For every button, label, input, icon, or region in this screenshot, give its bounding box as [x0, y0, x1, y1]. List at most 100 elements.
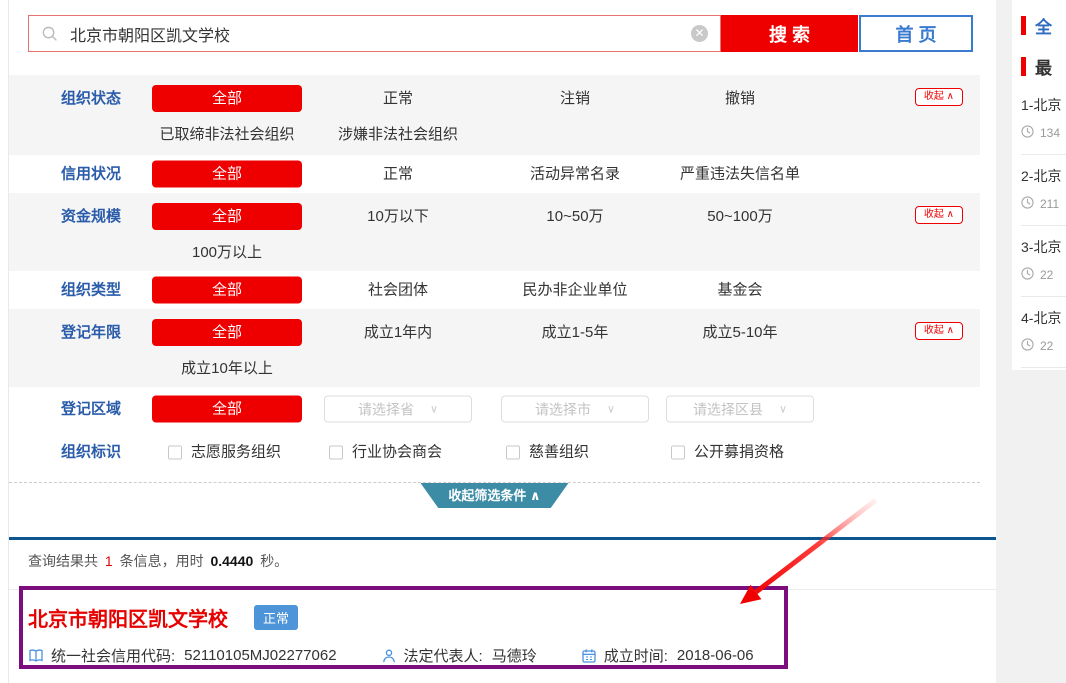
- filter-row: 组织类型全部社会团体民办非企业单位基金会: [9, 271, 980, 309]
- checkbox-icon[interactable]: [671, 445, 685, 459]
- filter-label: 资金规模: [61, 203, 151, 230]
- filter-option[interactable]: 已取缔非法社会组织: [152, 121, 302, 148]
- filter-option[interactable]: 严重违法失信名单: [655, 161, 825, 188]
- filter-option[interactable]: 撤销: [655, 85, 825, 112]
- credit-code-value: 52110105MJ02277062: [184, 647, 336, 664]
- summary-middle: 条信息，用时: [120, 553, 204, 569]
- credit-code-label: 统一社会信用代码:: [51, 645, 175, 666]
- red-bar-icon: [1021, 57, 1026, 76]
- results-panel: 查询结果共 1 条信息，用时 0.4440 秒。 北京市朝阳区凯文学校 正常 统…: [9, 537, 998, 683]
- sidebar-item-title[interactable]: 4-北京: [1021, 308, 1066, 328]
- clear-icon[interactable]: ✕: [691, 25, 708, 42]
- filter-option[interactable]: 注销: [490, 85, 660, 112]
- filter-row: 信用状况全部正常活动异常名录严重违法失信名单: [9, 155, 980, 193]
- right-sidebar: 全 最 1-北京 134 2-北京 211 3-北京 22 4-北京 22: [1012, 0, 1066, 370]
- search-bar: ✕ 搜 索 首 页: [28, 15, 973, 52]
- filter-label: 组织标识: [61, 439, 151, 466]
- chevron-down-icon: ∨: [779, 403, 787, 416]
- status-badge: 正常: [254, 605, 298, 630]
- filter-option[interactable]: 成立1年内: [313, 319, 483, 346]
- select-placeholder: 请选择省: [358, 399, 414, 419]
- filter-rows: 组织状态全部正常注销撤销已取缔非法社会组织涉嫌非法社会组织收起 ∧信用状况全部正…: [9, 75, 980, 473]
- filter-option[interactable]: 10~50万: [490, 203, 660, 230]
- filter-option[interactable]: 民办非企业单位: [490, 277, 660, 304]
- result-info-row: 统一社会信用代码:52110105MJ02277062 法定代表人:马德玲 成立…: [28, 645, 998, 666]
- result-item[interactable]: 北京市朝阳区凯文学校 正常 统一社会信用代码: 52110105MJ0227706…: [9, 590, 998, 666]
- chevron-down-icon: ∨: [607, 403, 615, 416]
- sidebar-item-time: 22: [1021, 338, 1066, 354]
- clock-icon: [1021, 267, 1034, 283]
- collapse-row-button[interactable]: 收起 ∧: [915, 322, 963, 340]
- checkbox-icon[interactable]: [506, 445, 520, 459]
- filter-checkbox[interactable]: 行业协会商会: [329, 439, 442, 466]
- filter-option[interactable]: 正常: [313, 161, 483, 188]
- search-button[interactable]: 搜 索: [721, 15, 858, 52]
- filter-label: 组织状态: [61, 85, 151, 112]
- filter-row: 组织状态全部正常注销撤销已取缔非法社会组织涉嫌非法社会组织 收起 ∧: [9, 75, 980, 155]
- sidebar-item-time: 22: [1021, 267, 1066, 283]
- filter-checkbox[interactable]: 公开募捐资格: [671, 439, 784, 466]
- home-button[interactable]: 首 页: [859, 15, 973, 52]
- sidebar-item-title[interactable]: 3-北京: [1021, 237, 1066, 257]
- search-icon: [41, 25, 58, 42]
- sidebar-list-item[interactable]: 2-北京 211: [1021, 155, 1066, 226]
- sidebar-title-2: 最: [1035, 54, 1052, 79]
- collapse-row-button[interactable]: 收起 ∧: [915, 88, 963, 106]
- sidebar-title-1: 全: [1035, 13, 1052, 38]
- region-select[interactable]: 请选择市 ∨: [501, 396, 649, 423]
- filter-all-button[interactable]: 全部: [152, 277, 302, 304]
- filter-option[interactable]: 基金会: [655, 277, 825, 304]
- legal-rep-label: 法定代表人:: [404, 645, 483, 666]
- sidebar-item-time-value: 211: [1040, 197, 1059, 211]
- filter-option[interactable]: 成立10年以上: [152, 355, 302, 382]
- filter-option[interactable]: 正常: [313, 85, 483, 112]
- filter-checkbox[interactable]: 志愿服务组织: [168, 439, 281, 466]
- checkbox-icon[interactable]: [168, 445, 182, 459]
- filter-row: 登记区域全部请选择省∨请选择市∨请选择区县∨: [9, 387, 980, 431]
- collapse-row-button[interactable]: 收起 ∧: [915, 206, 963, 224]
- filter-option[interactable]: 100万以上: [152, 239, 302, 266]
- region-select[interactable]: 请选择区县∨: [666, 396, 814, 423]
- sidebar-list-item[interactable]: 1-北京 134: [1021, 84, 1066, 155]
- person-icon: [381, 648, 397, 664]
- result-title-row: 北京市朝阳区凯文学校 正常: [28, 603, 998, 632]
- filter-option[interactable]: 10万以下: [313, 203, 483, 230]
- filter-label: 信用状况: [61, 161, 151, 188]
- clock-icon: [1021, 125, 1034, 141]
- filter-option[interactable]: 成立5-10年: [655, 319, 825, 346]
- region-select[interactable]: 请选择省 ∨: [324, 396, 472, 423]
- filter-all-button[interactable]: 全部: [152, 203, 302, 230]
- filter-option[interactable]: 涉嫌非法社会组织: [313, 121, 483, 148]
- sidebar-item-time: 134: [1021, 125, 1066, 141]
- filter-option[interactable]: 活动异常名录: [490, 161, 660, 188]
- filter-all-button[interactable]: 全部: [152, 319, 302, 346]
- filter-all-button[interactable]: 全部: [152, 161, 302, 188]
- sidebar-list-item[interactable]: 4-北京 22: [1021, 297, 1066, 368]
- select-placeholder: 请选择市: [535, 399, 591, 419]
- collapse-filters-button[interactable]: 收起筛选条件 ∧: [421, 483, 569, 508]
- results-summary: 查询结果共 1 条信息，用时 0.4440 秒。: [9, 540, 998, 571]
- org-name-link[interactable]: 北京市朝阳区凯文学校: [28, 603, 228, 632]
- checkbox-icon[interactable]: [329, 445, 343, 459]
- search-input[interactable]: [70, 25, 679, 43]
- sidebar-section-2: 最: [1021, 54, 1066, 79]
- sidebar-item-title[interactable]: 1-北京: [1021, 95, 1066, 115]
- filter-label: 登记区域: [61, 396, 151, 423]
- sidebar-list-item[interactable]: 3-北京 22: [1021, 226, 1066, 297]
- legal-rep-field: 法定代表人:马德玲: [381, 645, 537, 666]
- sidebar-item-time-value: 134: [1040, 126, 1060, 140]
- chevron-down-icon: ∨: [430, 403, 438, 416]
- filter-all-button[interactable]: 全部: [152, 396, 302, 423]
- filter-all-button[interactable]: 全部: [152, 85, 302, 112]
- sidebar-item-title[interactable]: 2-北京: [1021, 166, 1066, 186]
- founded-value: 2018-06-06: [677, 647, 754, 664]
- filter-row: 登记年限全部成立1年内成立1-5年成立5-10年成立10年以上收起 ∧: [9, 309, 980, 387]
- filter-checkbox[interactable]: 慈善组织: [506, 439, 589, 466]
- sidebar-item-time-value: 22: [1040, 268, 1053, 282]
- search-input-wrapper: ✕: [28, 15, 721, 52]
- filter-option[interactable]: 50~100万: [655, 203, 825, 230]
- checkbox-label: 慈善组织: [529, 439, 589, 466]
- filter-panel: 组织状态全部正常注销撤销已取缔非法社会组织涉嫌非法社会组织收起 ∧信用状况全部正…: [9, 75, 980, 516]
- filter-option[interactable]: 成立1-5年: [490, 319, 660, 346]
- filter-option[interactable]: 社会团体: [313, 277, 483, 304]
